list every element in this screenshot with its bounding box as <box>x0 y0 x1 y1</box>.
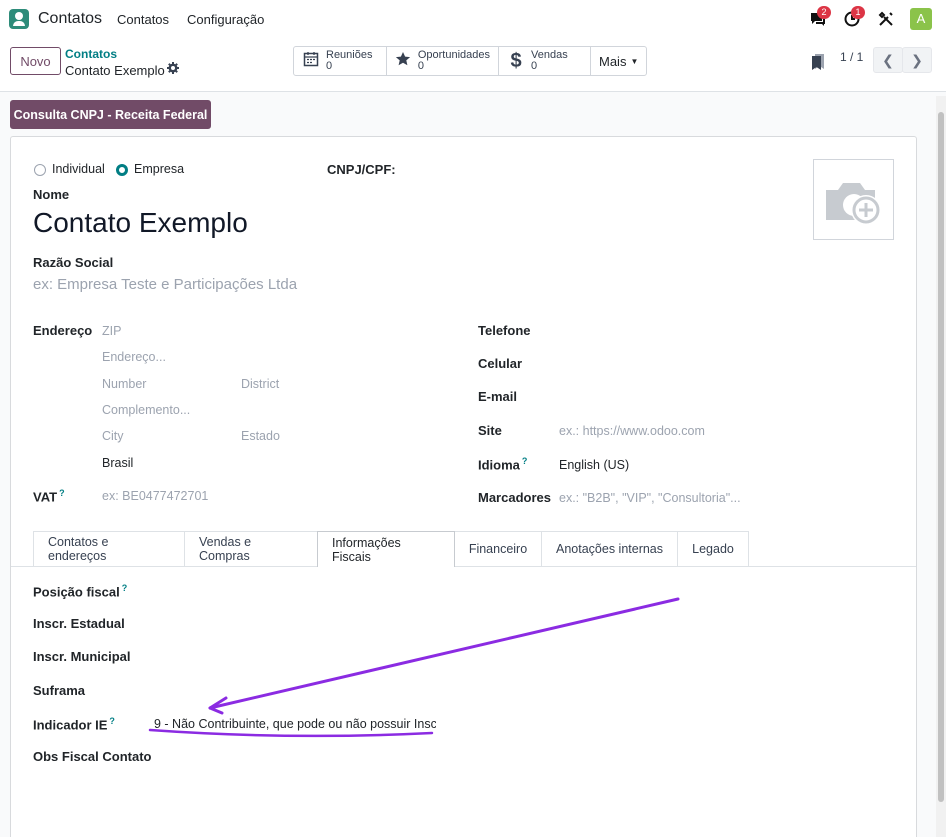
site-label: Site <box>478 423 502 438</box>
suframa-label: Suframa <box>33 683 86 698</box>
name-field[interactable]: Contato Exemplo <box>33 207 248 239</box>
language-select[interactable]: English (US) <box>559 458 629 472</box>
cnpj-label: CNPJ/CPF: <box>327 162 396 177</box>
state-registration-label: Inscr. Estadual <box>33 616 125 631</box>
app-name[interactable]: Contatos <box>38 10 102 28</box>
tab-financial[interactable]: Financeiro <box>454 531 542 566</box>
phone-label: Telefone <box>478 323 531 338</box>
mobile-label: Celular <box>478 356 523 371</box>
bookmark-icon[interactable] <box>811 53 825 74</box>
star-icon <box>395 51 412 72</box>
tags-label: Marcadores <box>478 490 551 505</box>
opportunities-label: Oportunidades <box>417 49 490 61</box>
more-dropdown[interactable]: Mais ▼ <box>591 47 646 75</box>
email-label: E-mail <box>478 389 518 404</box>
calendar-icon <box>302 51 320 72</box>
meetings-smart-button[interactable]: Reuniões 0 <box>294 47 387 75</box>
fiscal-position-label: Posição fiscal? <box>33 583 128 600</box>
chat-badge: 2 <box>817 6 831 19</box>
address-label: Endereço <box>33 323 93 338</box>
activity-clock-icon[interactable]: 1 <box>842 6 865 29</box>
more-label: Mais <box>599 53 627 69</box>
control-panel: Novo Contatos Contato Exemplo Reuniões 0 … <box>0 38 946 92</box>
tab-legacy[interactable]: Legado <box>677 531 749 566</box>
user-avatar[interactable]: A <box>910 8 932 30</box>
tab-fiscal-info[interactable]: Informações Fiscais <box>317 531 455 567</box>
meetings-label: Reuniões <box>326 49 373 61</box>
form-sheet: Individual Empresa CNPJ/CPF: Nome Contat… <box>10 136 917 837</box>
legal-name-input[interactable]: ex: Empresa Teste e Participações Ltda <box>33 276 297 293</box>
top-navbar: Contatos Contatos Configuração 2 1 A <box>0 0 946 38</box>
tools-icon[interactable] <box>876 9 896 29</box>
cnpj-lookup-button[interactable]: Consulta CNPJ - Receita Federal <box>10 100 211 129</box>
site-input[interactable]: ex.: https://www.odoo.com <box>559 424 705 438</box>
ie-indicator-label: Indicador IE? <box>33 716 115 733</box>
meetings-count: 0 <box>326 60 333 72</box>
fiscal-obs-label: Obs Fiscal Contato <box>33 749 152 764</box>
new-button[interactable]: Novo <box>10 47 61 75</box>
tab-sales-purchases[interactable]: Vendas e Compras <box>184 531 318 566</box>
radio-individual[interactable] <box>34 164 46 176</box>
tags-input[interactable]: ex.: "B2B", "VIP", "Consultoria"... <box>559 491 741 505</box>
radio-company[interactable] <box>116 164 128 176</box>
smart-buttons: Reuniões 0 Oportunidades 0 $ Vendas 0 Mais … <box>293 46 648 76</box>
camera-plus-icon <box>826 183 881 225</box>
sales-count: 0 <box>531 60 538 72</box>
zip-input[interactable]: ZIP <box>102 324 121 338</box>
help-icon[interactable]: ? <box>59 488 65 498</box>
menu-configuracao[interactable]: Configuração <box>187 12 264 27</box>
name-label: Nome <box>33 187 70 202</box>
district-input[interactable]: District <box>241 377 279 391</box>
pager-previous-button[interactable]: ❮ <box>873 47 903 73</box>
tab-internal-notes[interactable]: Anotações internas <box>541 531 678 566</box>
opportunities-smart-button[interactable]: Oportunidades 0 <box>387 47 499 75</box>
caret-down-icon: ▼ <box>630 56 639 66</box>
photo-placeholder[interactable] <box>813 159 894 240</box>
breadcrumb-parent[interactable]: Contatos <box>65 47 117 61</box>
municipal-registration-label: Inscr. Municipal <box>33 649 131 664</box>
help-icon[interactable]: ? <box>122 583 128 593</box>
contacts-app-icon[interactable] <box>9 9 29 29</box>
help-icon[interactable]: ? <box>109 716 115 726</box>
activity-badge: 1 <box>851 6 865 19</box>
chat-icon[interactable]: 2 <box>808 6 831 29</box>
vat-label: VAT? <box>33 488 65 505</box>
radio-individual-label: Individual <box>52 162 105 176</box>
opportunities-count: 0 <box>417 60 424 72</box>
complement-input[interactable]: Complemento... <box>102 403 190 417</box>
tab-contacts-addresses[interactable]: Contatos e endereços <box>33 531 185 566</box>
notebook-tabs: Contatos e endereços Vendas e Compras In… <box>33 531 749 567</box>
sales-smart-button[interactable]: $ Vendas 0 <box>499 47 591 75</box>
systray: 2 1 A <box>808 6 932 30</box>
legal-name-label: Razão Social <box>33 255 114 270</box>
city-input[interactable]: City <box>102 429 124 443</box>
chevron-right-icon: ❯ <box>911 51 923 68</box>
breadcrumb-current: Contato Exemplo <box>65 63 165 78</box>
dollar-icon: $ <box>510 49 522 72</box>
language-label: Idioma? <box>478 456 528 473</box>
street-input[interactable]: Endereço... <box>102 350 166 364</box>
state-input[interactable]: Estado <box>241 429 280 443</box>
pager-value[interactable]: 1 / 1 <box>840 50 863 64</box>
help-icon[interactable]: ? <box>522 456 528 466</box>
ie-indicator-select[interactable]: 9 - Não Contribuinte, que pode ou não po… <box>154 717 436 731</box>
gear-icon[interactable] <box>167 62 179 77</box>
menu-contatos[interactable]: Contatos <box>117 12 169 27</box>
scrollbar-thumb[interactable] <box>938 112 944 802</box>
number-input[interactable]: Number <box>102 377 146 391</box>
chevron-left-icon: ❮ <box>882 51 894 68</box>
pager-next-button[interactable]: ❯ <box>902 47 932 73</box>
radio-company-label: Empresa <box>134 162 185 176</box>
vat-input[interactable]: ex: BE0477472701 <box>102 489 208 503</box>
country-input[interactable]: Brasil <box>102 456 133 470</box>
